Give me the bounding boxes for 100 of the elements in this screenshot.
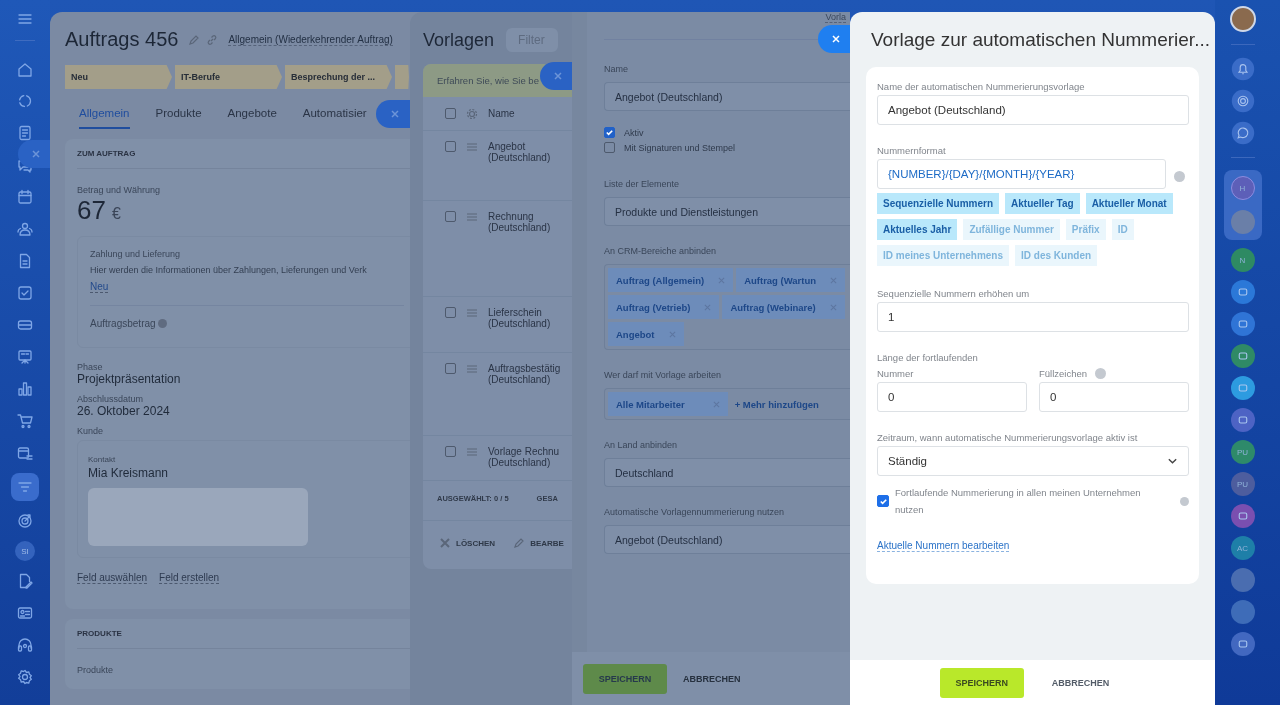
- number-length-field[interactable]: 0: [877, 382, 1027, 412]
- format-token[interactable]: Sequenzielle Nummern: [877, 193, 1000, 214]
- template-name[interactable]: (Deutschland): [488, 222, 551, 233]
- template-name[interactable]: Lieferschein: [488, 307, 551, 318]
- stage-step[interactable]: [395, 65, 409, 89]
- help-icon[interactable]: [157, 319, 167, 328]
- format-token[interactable]: Aktueller Monat: [1085, 193, 1173, 214]
- stage-step[interactable]: Neu: [65, 65, 172, 89]
- cancel-button[interactable]: ABBRECHEN: [677, 672, 747, 685]
- user-avatar[interactable]: [1229, 6, 1256, 32]
- remove-icon[interactable]: [668, 330, 676, 338]
- name-field[interactable]: Angebot (Deutschland): [877, 95, 1189, 125]
- contact-avatar[interactable]: [1230, 600, 1255, 624]
- drag-handle-icon[interactable]: [466, 141, 478, 153]
- template-name[interactable]: Angebot: [488, 141, 551, 152]
- remove-icon[interactable]: [712, 400, 720, 408]
- edit-button[interactable]: BEARBE: [513, 537, 564, 549]
- help-icon[interactable]: [1180, 496, 1189, 506]
- country-select[interactable]: Deutschland: [604, 458, 850, 487]
- contact-avatar[interactable]: PU: [1230, 472, 1255, 496]
- drag-handle-icon[interactable]: [466, 211, 478, 223]
- access-tags-field[interactable]: Alle Mitarbeiter + Mehr hinzufügen: [604, 388, 850, 420]
- template-name[interactable]: (Deutschland): [488, 318, 551, 329]
- target-icon[interactable]: [16, 512, 34, 530]
- drag-handle-icon[interactable]: [466, 307, 478, 319]
- document-icon[interactable]: [16, 124, 34, 142]
- tag-chip[interactable]: Alle Mitarbeiter: [608, 392, 728, 416]
- numbering-select[interactable]: Angebot (Deutschland): [604, 525, 850, 554]
- checkbox[interactable]: [604, 142, 615, 153]
- headset-icon[interactable]: [16, 636, 34, 654]
- tag-chip[interactable]: Angebot: [608, 322, 684, 346]
- drag-handle-icon[interactable]: [466, 446, 478, 458]
- remove-icon[interactable]: [704, 303, 712, 311]
- add-more-link[interactable]: + Mehr hinzufügen: [734, 398, 819, 410]
- close-button[interactable]: [540, 62, 572, 90]
- contact-avatar[interactable]: H: [1230, 176, 1255, 200]
- drag-handle-icon[interactable]: [466, 363, 478, 375]
- save-button[interactable]: SPEICHERN: [583, 663, 667, 694]
- cart-icon[interactable]: [16, 412, 34, 430]
- tag-chip[interactable]: Auftrag (Vetrieb): [608, 295, 720, 319]
- format-field[interactable]: {NUMBER}/{DAY}/{MONTH}/{YEAR}: [877, 159, 1166, 189]
- avatar[interactable]: SI: [15, 541, 35, 561]
- checkbox[interactable]: [445, 108, 456, 119]
- format-token[interactable]: Zufällige Nummer: [963, 219, 1060, 240]
- board-icon[interactable]: [16, 348, 34, 366]
- format-token[interactable]: Präfix: [1065, 219, 1106, 240]
- tab[interactable]: Allgemein: [79, 107, 130, 129]
- link-icon[interactable]: [206, 33, 219, 46]
- period-select[interactable]: Ständig: [877, 446, 1189, 476]
- tab[interactable]: Produkte: [155, 107, 202, 129]
- tab[interactable]: Angebote: [227, 107, 277, 129]
- people-icon[interactable]: [16, 220, 34, 238]
- name-field[interactable]: Angebot (Deutschland): [604, 82, 850, 111]
- cancel-button[interactable]: ABBRECHEN: [1045, 676, 1116, 689]
- checkbox[interactable]: [445, 141, 456, 152]
- pencil-icon[interactable]: [188, 33, 201, 46]
- contact-avatar[interactable]: [1230, 210, 1255, 234]
- format-token[interactable]: Aktuelles Jahr: [877, 219, 958, 240]
- chat-icon[interactable]: [1230, 121, 1255, 145]
- format-token[interactable]: ID meines Unternehmens: [877, 245, 1010, 266]
- checkbox[interactable]: [445, 307, 456, 318]
- checkbox[interactable]: [604, 127, 615, 138]
- checkbox[interactable]: [445, 211, 456, 222]
- close-button[interactable]: [18, 140, 50, 168]
- checkbox[interactable]: [445, 446, 456, 457]
- elements-select[interactable]: Produkte und Dienstleistungen: [604, 197, 850, 226]
- format-token[interactable]: Aktueller Tag: [1005, 193, 1080, 214]
- tab[interactable]: Automatisier: [302, 107, 367, 129]
- template-name[interactable]: (Deutschland): [488, 457, 560, 468]
- settings-icon[interactable]: [16, 668, 34, 686]
- bell-icon[interactable]: [1230, 57, 1255, 81]
- contact-avatar[interactable]: PU: [1230, 440, 1255, 464]
- close-button[interactable]: [376, 100, 410, 128]
- checkbox-icon[interactable]: [16, 284, 34, 302]
- stage-step[interactable]: Besprechung der ...: [285, 65, 392, 89]
- stage-step[interactable]: IT-Berufe: [175, 65, 282, 89]
- new-link[interactable]: Neu: [90, 281, 109, 293]
- tag-chip[interactable]: Auftrag (Webinare): [722, 295, 845, 319]
- help-icon[interactable]: [1174, 170, 1185, 182]
- checkbox[interactable]: [877, 495, 889, 507]
- gear-icon[interactable]: [466, 107, 478, 120]
- field-link[interactable]: Feld erstellen: [159, 572, 220, 584]
- tag-chip[interactable]: Auftrag (Wartun: [736, 268, 846, 292]
- format-token[interactable]: ID: [1111, 219, 1134, 240]
- template-name[interactable]: (Deutschland): [488, 152, 551, 163]
- close-button[interactable]: [818, 25, 850, 53]
- fill-char-field[interactable]: 0: [1039, 382, 1189, 412]
- calendar-icon[interactable]: [16, 188, 34, 206]
- template-name[interactable]: Vorlage Rechnu: [488, 446, 560, 457]
- calendar-list-icon[interactable]: [16, 444, 34, 462]
- help-icon[interactable]: [1095, 368, 1107, 379]
- format-token[interactable]: ID des Kunden: [1015, 245, 1098, 266]
- crm-tags-field[interactable]: Auftrag (Allgemein) Auftrag (Wartun Auftrag (Vetrieb) Auftrag (Webinare) Angebot: [604, 264, 850, 350]
- id-card-icon[interactable]: [16, 604, 34, 622]
- bar-chart-icon[interactable]: [16, 380, 34, 398]
- tag-chip[interactable]: Auftrag (Allgemein): [608, 268, 734, 292]
- contact-avatar[interactable]: [1230, 568, 1255, 592]
- increment-field[interactable]: 1: [877, 302, 1189, 332]
- field-link[interactable]: Feld auswählen: [77, 572, 148, 584]
- checkbox[interactable]: [445, 363, 456, 374]
